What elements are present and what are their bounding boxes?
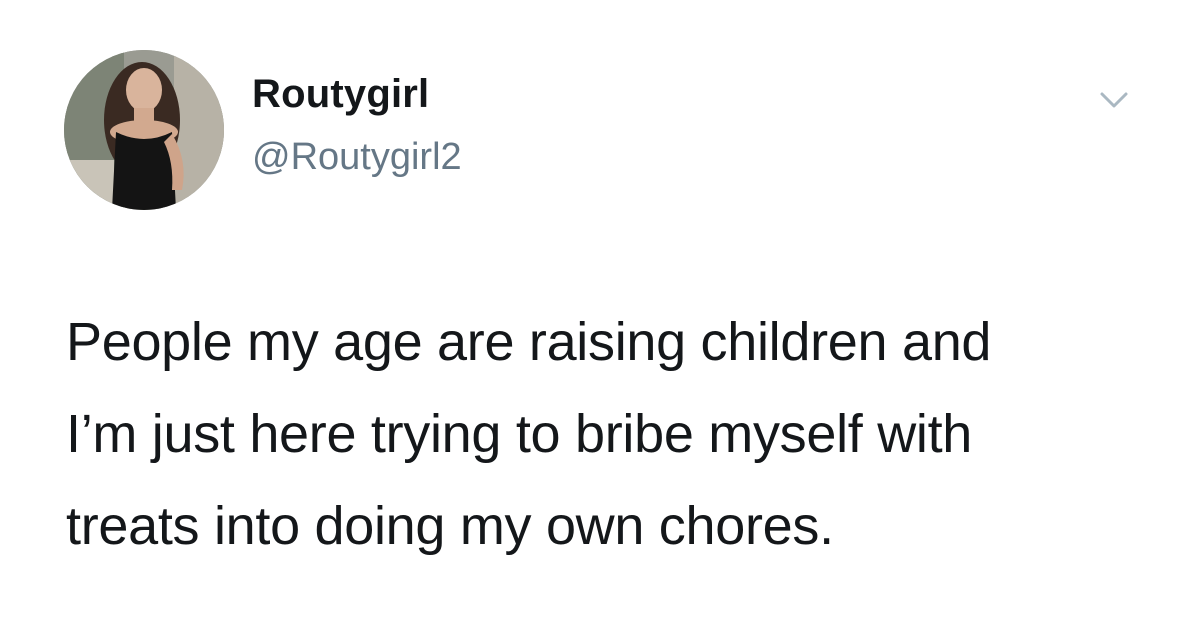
tweet-text-line: treats into doing my own chores. [66, 496, 834, 556]
avatar[interactable] [64, 50, 224, 210]
author-display-name[interactable]: Routygirl [252, 72, 429, 117]
tweet-text-line: I’m just here trying to bribe myself wit… [66, 404, 973, 464]
tweet-menu-button[interactable] [1094, 82, 1134, 122]
chevron-down-icon [1100, 92, 1128, 108]
tweet-text: People my age are raising children and I… [66, 296, 1166, 572]
tweet-card: Routygirl @Routygirl2 People my age are … [0, 0, 1200, 630]
author-handle[interactable]: @Routygirl2 [252, 136, 462, 179]
avatar-image [64, 50, 224, 210]
tweet-text-line: People my age are raising children and [66, 312, 992, 372]
